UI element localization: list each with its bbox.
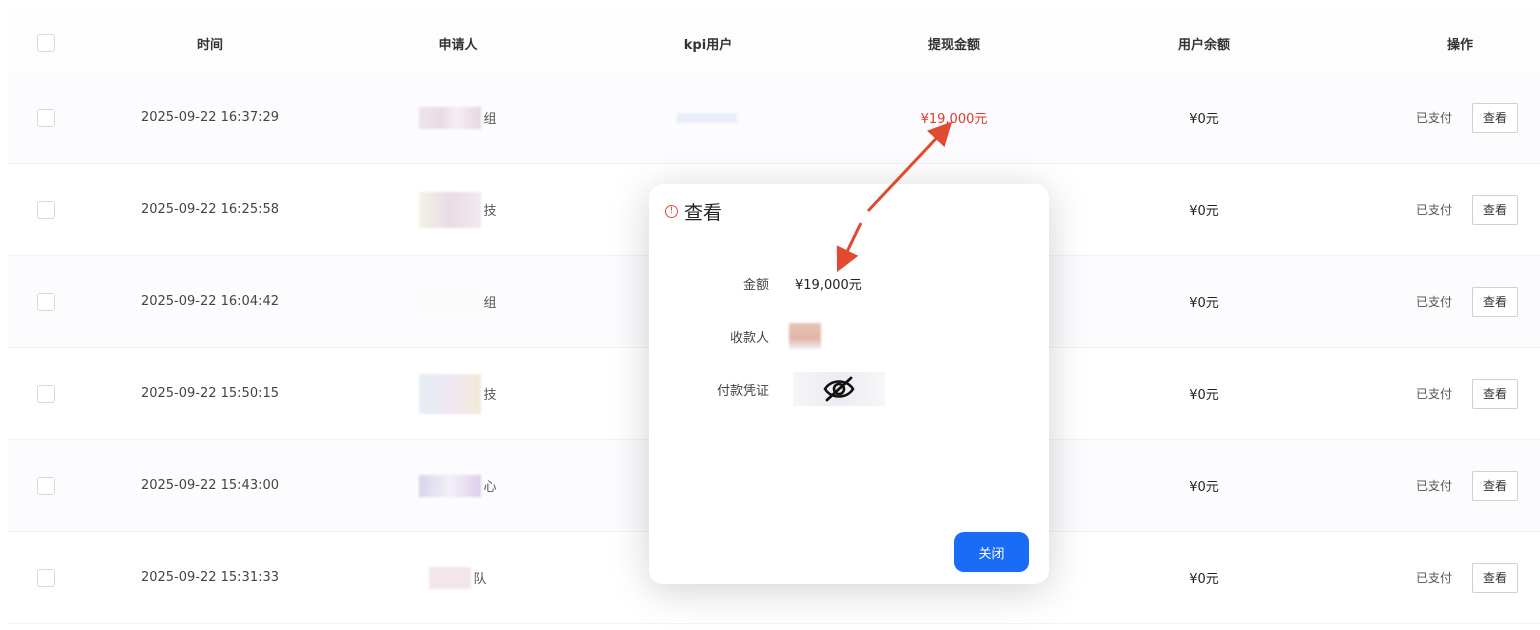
header-kpi-user: kpi用户 [683, 37, 733, 53]
row-actions: 已支付 查看 [1388, 72, 1518, 163]
view-button[interactable]: 查看 [1472, 102, 1518, 133]
view-button[interactable]: 查看 [1472, 286, 1518, 317]
payment-voucher-image[interactable] [793, 372, 885, 406]
row-applicant: 技 [398, 348, 518, 439]
row-applicant: 队 [398, 532, 518, 623]
status-paid: 已支付 [1415, 479, 1452, 493]
redacted-applicant [419, 191, 482, 228]
amount-value: ¥19,000元 [795, 277, 862, 293]
header-applicant: 申请人 [438, 37, 478, 53]
header-amount: 提现金额 [927, 37, 980, 53]
amount-label: 金额 [742, 277, 769, 293]
row-time: 2025-09-22 15:43:00 [140, 478, 280, 493]
select-all-checkbox[interactable] [37, 34, 55, 52]
redacted-applicant [419, 290, 482, 313]
view-button[interactable]: 查看 [1472, 562, 1518, 593]
view-button[interactable]: 查看 [1472, 194, 1518, 225]
status-paid: 已支付 [1415, 295, 1452, 309]
header-balance: 用户余额 [1177, 37, 1230, 53]
row-balance: ¥0元 [1189, 388, 1219, 403]
amount-field: 金额 ¥19,000元 [649, 268, 1049, 298]
row-time: 2025-09-22 16:25:58 [140, 202, 280, 217]
header-time: 时间 [196, 37, 223, 53]
status-paid: 已支付 [1415, 387, 1452, 401]
redacted-kpi-user [677, 112, 737, 123]
table-header: 时间 申请人 kpi用户 提现金额 用户余额 操作 [8, 14, 1540, 72]
row-checkbox[interactable] [37, 476, 55, 495]
row-applicant: 技 [398, 164, 518, 255]
view-button[interactable]: 查看 [1472, 470, 1518, 501]
row-balance: ¥0元 [1189, 572, 1219, 587]
voucher-field: 付款凭证 [649, 372, 1049, 406]
row-actions: 已支付 查看 [1388, 256, 1518, 347]
redacted-applicant [419, 373, 482, 414]
row-actions: 已支付 查看 [1388, 164, 1518, 255]
status-paid: 已支付 [1415, 111, 1452, 125]
row-kpi-user [608, 72, 808, 163]
row-applicant: 心 [398, 440, 518, 531]
row-time: 2025-09-22 15:50:15 [140, 386, 280, 401]
row-checkbox[interactable] [37, 384, 55, 403]
row-balance: ¥0元 [1189, 296, 1219, 311]
row-balance: ¥0元 [1189, 480, 1219, 495]
row-applicant: 组 [398, 256, 518, 347]
row-balance: ¥0元 [1189, 204, 1219, 219]
row-applicant: 组 [398, 72, 518, 163]
voucher-label: 付款凭证 [716, 383, 769, 399]
row-checkbox[interactable] [37, 108, 55, 127]
close-button[interactable]: 关闭 [954, 532, 1029, 572]
row-actions: 已支付 查看 [1388, 348, 1518, 439]
row-time: 2025-09-22 15:31:33 [140, 570, 280, 585]
redacted-applicant [429, 566, 472, 589]
status-paid: 已支付 [1415, 203, 1452, 217]
row-balance: ¥0元 [1189, 112, 1219, 127]
payee-label: 收款人 [729, 330, 769, 346]
view-dialog: ! 查看 金额 ¥19,000元 收款人 付款凭证 关闭 [649, 184, 1049, 584]
dialog-title: 查看 [684, 202, 723, 224]
row-actions: 已支付 查看 [1388, 440, 1518, 531]
table-row: 2025-09-22 16:37:29 组 ¥19,000元 ¥0元 已支付 查… [8, 72, 1540, 164]
dialog-header: ! 查看 [665, 198, 722, 225]
row-checkbox[interactable] [37, 292, 55, 311]
info-circle-icon: ! [665, 205, 678, 218]
payee-field: 收款人 [649, 321, 1049, 351]
row-time: 2025-09-22 16:37:29 [140, 110, 280, 125]
row-amount: ¥19,000元 [920, 112, 988, 127]
status-paid: 已支付 [1415, 571, 1452, 585]
row-time: 2025-09-22 16:04:42 [140, 294, 280, 309]
header-checkbox-cell [36, 14, 56, 72]
row-checkbox[interactable] [37, 200, 55, 219]
redacted-applicant [419, 474, 482, 497]
redacted-applicant [419, 106, 482, 129]
row-checkbox[interactable] [37, 568, 55, 587]
view-button[interactable]: 查看 [1472, 378, 1518, 409]
row-actions: 已支付 查看 [1388, 532, 1518, 623]
eye-off-icon [823, 376, 855, 402]
redacted-payee [789, 323, 821, 349]
header-actions: 操作 [1446, 37, 1473, 53]
